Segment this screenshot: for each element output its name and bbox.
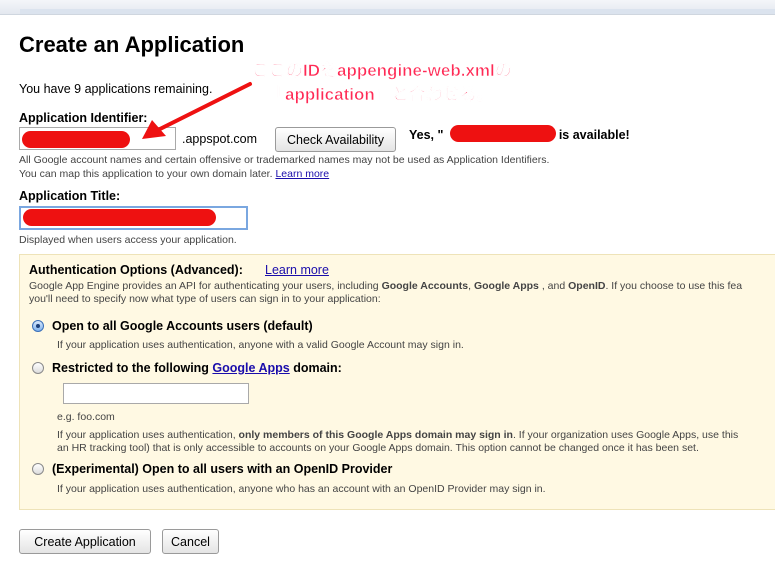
domain-mapping-text: You can map this application to your own…	[19, 168, 273, 180]
option-google-apps-prefix: Restricted to the following	[52, 361, 213, 375]
auth-intro-line2: you'll need to specify now what type of …	[29, 293, 381, 305]
domain-example: e.g. foo.com	[57, 411, 115, 423]
app-identifier-label: Application Identifier:	[19, 111, 148, 125]
auth-intro-text: Google App Engine provides an API for au…	[29, 280, 382, 292]
auth-options-panel: Authentication Options (Advanced): Learn…	[19, 254, 775, 510]
option-google-apps-desc-line2: an HR tracking tool) that is only access…	[57, 442, 699, 454]
option-google-apps-desc-bold: only members of this Google Apps domain …	[238, 429, 513, 441]
auth-intro-line1: Google App Engine provides an API for au…	[29, 280, 742, 292]
appspot-suffix: .appspot.com	[182, 132, 258, 146]
radio-google-apps-domain[interactable]	[32, 362, 44, 374]
applications-remaining-text: You have 9 applications remaining.	[19, 82, 213, 96]
check-availability-button[interactable]: Check Availability	[275, 127, 396, 152]
auth-intro-google-apps: Google Apps	[473, 280, 539, 292]
annotation-line2: 『application』と合わせる。	[268, 85, 494, 105]
browser-top-bar	[0, 0, 775, 15]
option-openid-label: (Experimental) Open to all users with an…	[52, 462, 393, 476]
cancel-button[interactable]: Cancel	[162, 529, 219, 554]
option-google-accounts-label: Open to all Google Accounts users (defau…	[52, 319, 313, 333]
domain-mapping-help: You can map this application to your own…	[19, 168, 329, 180]
option-google-apps-suffix: domain:	[289, 361, 342, 375]
create-application-button[interactable]: Create Application	[19, 529, 151, 554]
identifier-help-text: All Google account names and certain off…	[19, 154, 550, 166]
auth-learn-more-link[interactable]: Learn more	[265, 263, 329, 277]
option-openid-desc: If your application uses authentication,…	[57, 483, 546, 495]
auth-intro-tail: . If you choose to use this fea	[605, 280, 743, 292]
option-google-apps-label: Restricted to the following Google Apps …	[52, 361, 342, 375]
option-google-accounts-desc: If your application uses authentication,…	[57, 339, 464, 351]
availability-suffix: " is available!	[549, 128, 630, 142]
google-apps-domain-input[interactable]	[63, 383, 249, 404]
app-title-help: Displayed when users access your applica…	[19, 234, 237, 246]
auth-intro-openid: OpenID	[568, 280, 606, 292]
availability-prefix: Yes, "	[409, 128, 444, 142]
option-google-apps-desc-a: If your application uses authentication,	[57, 429, 239, 441]
auth-options-heading: Authentication Options (Advanced):	[29, 263, 243, 277]
annotation-line1: ここのIDをappengine-web.xmlの	[252, 61, 512, 81]
radio-google-accounts[interactable]	[32, 320, 44, 332]
top-bar-strip	[20, 9, 775, 14]
app-title-label: Application Title:	[19, 189, 121, 203]
redacted-availability-name	[450, 125, 556, 142]
auth-intro-google-accounts: Google Accounts	[381, 280, 469, 292]
auth-intro-sep2: , and	[538, 280, 569, 292]
option-google-apps-desc: If your application uses authentication,…	[57, 429, 738, 441]
radio-openid[interactable]	[32, 463, 44, 475]
redacted-app-identifier	[22, 131, 130, 148]
redacted-app-title	[23, 209, 216, 226]
google-apps-link[interactable]: Google Apps	[212, 361, 289, 375]
page-title: Create an Application	[19, 32, 245, 57]
learn-more-link[interactable]: Learn more	[275, 168, 329, 180]
option-google-apps-desc-c: . If your organization uses Google Apps,…	[512, 429, 739, 441]
